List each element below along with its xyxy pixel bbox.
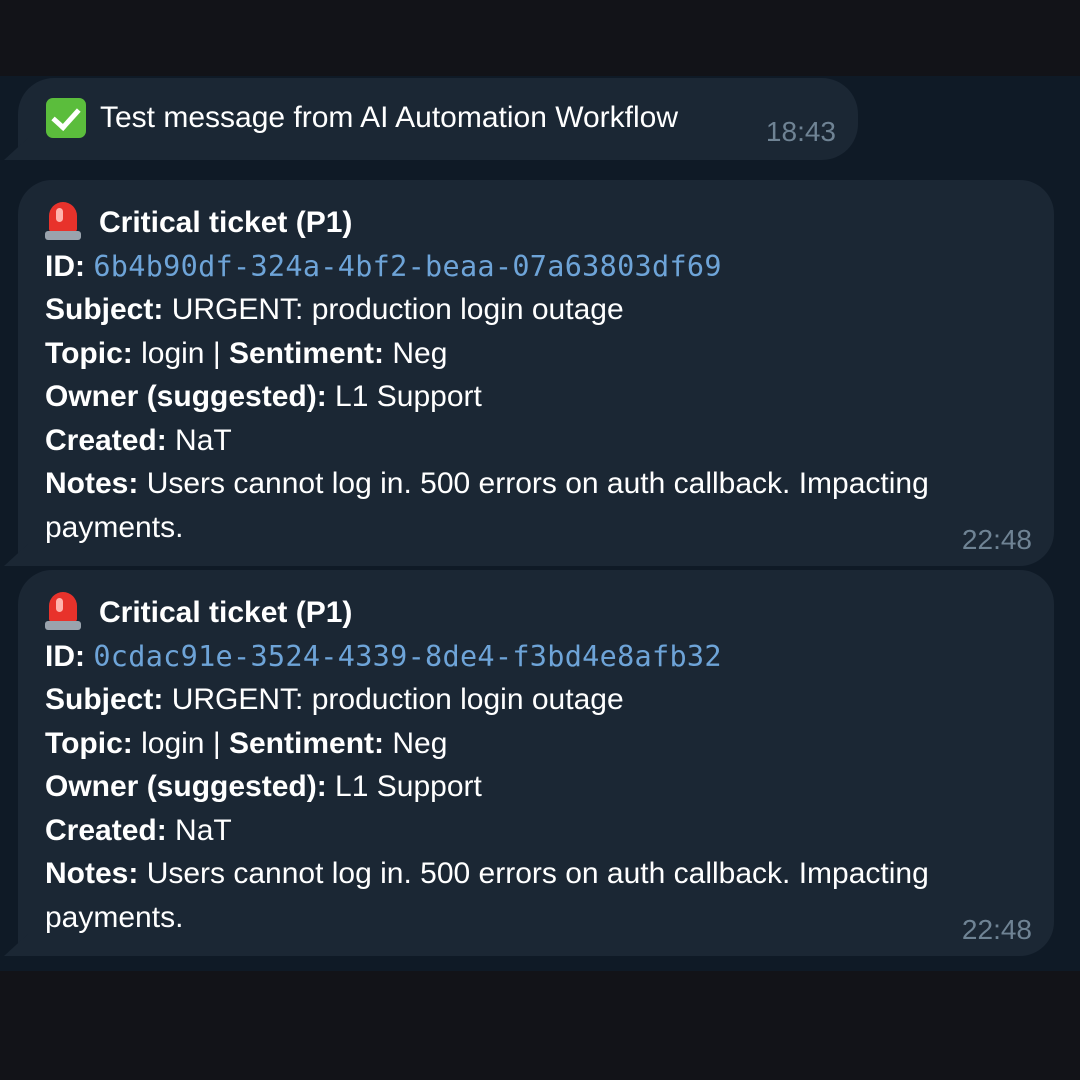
subject-label: Subject: — [45, 293, 164, 326]
police-siren-icon — [45, 200, 81, 240]
ticket-owner-line: Owner (suggested): L1 Support — [45, 765, 1014, 809]
ticket-topic-line: Topic: login | Sentiment: Neg — [45, 332, 1014, 376]
created-value: NaT — [175, 813, 232, 847]
topic-value: login — [141, 726, 205, 760]
subject-label: Subject: — [45, 683, 164, 716]
created-label: Created: — [45, 813, 167, 847]
ticket-id[interactable]: 6b4b90df-324a-4bf2-beaa-07a63803df69 — [93, 250, 722, 283]
topic-label: Topic: — [45, 336, 133, 370]
check-mark-icon — [46, 98, 86, 138]
notes-value: Users cannot log in. 500 errors on auth … — [45, 857, 929, 934]
created-value: NaT — [175, 423, 232, 457]
id-label: ID: — [45, 249, 85, 283]
ticket-id[interactable]: 0cdac91e-3524-4339-8de4-f3bd4e8afb32 — [93, 640, 722, 673]
police-siren-icon — [45, 590, 81, 630]
ticket-created-line: Created: NaT — [45, 419, 1014, 463]
message-time: 22:48 — [961, 524, 1032, 555]
ticket-title-line: Critical ticket (P1) — [45, 590, 1014, 635]
sentiment-value: Neg — [392, 726, 448, 760]
bubble-tail — [4, 934, 28, 956]
ticket-topic-line: Topic: login | Sentiment: Neg — [45, 722, 1014, 766]
message-time: 18:43 — [765, 116, 836, 147]
ticket-created-line: Created: NaT — [45, 809, 1014, 853]
owner-label: Owner (suggested): — [45, 380, 327, 413]
message-bubble-test[interactable]: Test message from AI Automation Workflow… — [4, 78, 858, 160]
notes-label: Notes: — [45, 857, 139, 890]
bubble-tail — [4, 544, 28, 566]
ticket-owner-line: Owner (suggested): L1 Support — [45, 375, 1014, 419]
owner-label: Owner (suggested): — [45, 770, 327, 803]
notes-value: Users cannot log in. 500 errors on auth … — [45, 467, 929, 544]
sentiment-label: Sentiment: — [228, 336, 384, 370]
ticket-subject-line: Subject: URGENT: production login outage — [45, 288, 1014, 332]
ticket-id-line: ID: 0cdac91e-3524-4339-8de4-f3bd4e8afb32 — [45, 635, 1014, 679]
subject-value: URGENT: production login outage — [171, 683, 624, 716]
ticket-id-line: ID: 6b4b90df-324a-4bf2-beaa-07a63803df69 — [45, 245, 1014, 289]
ticket-title: Critical ticket (P1) — [99, 596, 353, 629]
topic-value: login — [141, 336, 205, 370]
ticket-message-1[interactable]: Critical ticket (P1) ID: 6b4b90df-324a-4… — [4, 180, 1054, 566]
notes-label: Notes: — [45, 467, 139, 500]
chat-message-area: Test message from AI Automation Workflow… — [0, 76, 1080, 971]
ticket-notes-line: Notes: Users cannot log in. 500 errors o… — [45, 462, 1014, 549]
bubble-tail — [4, 138, 28, 160]
ticket-title-line: Critical ticket (P1) — [45, 200, 1014, 245]
ticket-subject-line: Subject: URGENT: production login outage — [45, 678, 1014, 722]
owner-value: L1 Support — [335, 770, 482, 803]
sentiment-label: Sentiment: — [228, 726, 384, 760]
owner-value: L1 Support — [335, 380, 482, 413]
message-text: Test message from AI Automation Workflow — [100, 101, 679, 134]
id-label: ID: — [45, 639, 85, 673]
separator: | — [212, 726, 221, 760]
subject-value: URGENT: production login outage — [171, 293, 624, 326]
separator: | — [212, 336, 221, 370]
topic-label: Topic: — [45, 726, 133, 760]
message-time: 22:48 — [961, 914, 1032, 945]
ticket-message-2[interactable]: Critical ticket (P1) ID: 0cdac91e-3524-4… — [4, 570, 1054, 956]
ticket-notes-line: Notes: Users cannot log in. 500 errors o… — [45, 852, 1014, 939]
ticket-title: Critical ticket (P1) — [99, 206, 353, 239]
sentiment-value: Neg — [392, 336, 448, 370]
created-label: Created: — [45, 423, 167, 457]
